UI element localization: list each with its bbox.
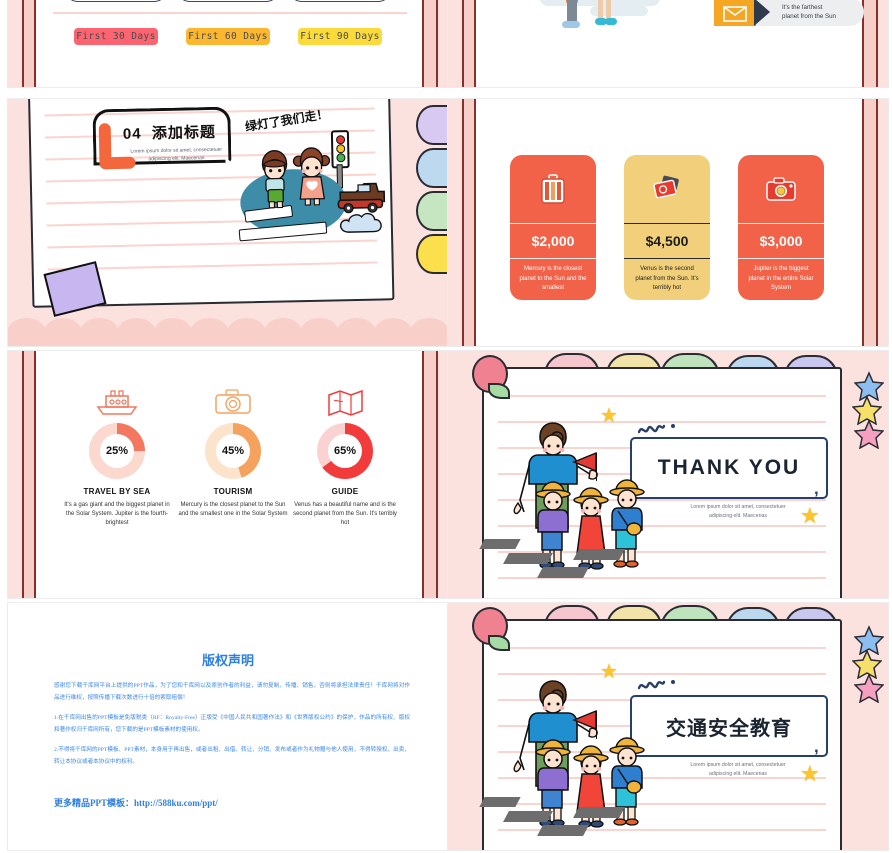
- thank-you-title: THANK YOU: [657, 456, 801, 479]
- pricing-amount: $2,000: [510, 223, 596, 258]
- camera-icon: [738, 155, 824, 223]
- stat-title: TOURISM: [213, 487, 253, 496]
- person-leg: [606, 0, 611, 20]
- pricing-description: Venus is the second planet from the Sun.…: [624, 258, 710, 294]
- subtitle-line-1: Lorem ipsum dolor sit amet, consectetuer: [690, 504, 786, 510]
- more-templates-url: http://588ku.com/ppt/: [134, 798, 218, 808]
- crosswalk-bar: [479, 539, 521, 549]
- copyright-paragraph: 感谢您下载千库网平台上提供的PPT作品，为了您和千库网以及原创作者的利益，请勿复…: [54, 683, 410, 701]
- slide-thumbnail-callout[interactable]: It's the farthest planet from the Sun: [448, 0, 888, 87]
- pricing-description: Mercury is the closest planet to the Sun…: [510, 258, 596, 294]
- envelope-icon: [714, 0, 756, 26]
- person-leg: [598, 0, 603, 20]
- badge-first-90-days: First 90 Days: [298, 28, 382, 45]
- crosswalk-bar: [503, 553, 553, 564]
- subtitle-line-2: adipiscing elit. Maecenas: [709, 771, 767, 777]
- cloud-illustration: [339, 209, 396, 241]
- timeline-card: [288, 0, 392, 2]
- callout-line-2: planet from the Sun: [782, 13, 837, 20]
- slide-thumbnail-gallery: smallest one the Solar System First 30 D…: [0, 0, 892, 853]
- subtitle-line-2: adipiscing elit. Maecenas: [709, 513, 767, 519]
- traffic-light-icon: [330, 130, 350, 169]
- thank-you-subtitle: Lorem ipsum dolor sit amet, consectetuer…: [658, 503, 818, 521]
- ship-icon: [56, 381, 178, 417]
- timeline-card: the Solar System: [176, 0, 280, 2]
- pricing-amount: $3,000: [738, 223, 824, 258]
- tickets-icon: [624, 155, 710, 223]
- notebook-tabs: [416, 105, 448, 274]
- slide-thumbnail-pricing[interactable]: $2,000 Mercury is the closest planet to …: [448, 99, 888, 346]
- stat-column: 25% TRAVEL BY SEA It's a gas giant and t…: [56, 381, 178, 528]
- copyright-paragraph: 1.在千库网出售的PPT模板是免版税类（RF：Royalty-Free）正版受《…: [54, 715, 410, 733]
- stat-description: It's a gas giant and the biggest planet …: [64, 502, 170, 526]
- callout-text: It's the farthest planet from the Sun: [782, 3, 836, 21]
- copyright-paragraph: 2.不得将千库网的PPT模板、PPT素材，本身用于再出售，或者出租、出借、转让、…: [54, 747, 410, 765]
- crosswalk-bar: [573, 549, 625, 560]
- slide-thumbnail-copyright[interactable]: 版权声明 感谢您下载千库网平台上提供的PPT作品，为了您和千库网以及原创作者的利…: [8, 603, 448, 850]
- cover-subtitle: Lorem ipsum dolor sit amet, consectetuer…: [658, 761, 818, 779]
- pricing-description: Jupiter is the biggest planet in the ent…: [738, 258, 824, 294]
- person-shoe: [605, 18, 617, 25]
- slide-thumbnail-timeline[interactable]: smallest one the Solar System First 30 D…: [8, 0, 448, 87]
- slide-thumbnail-cover[interactable]: ★ ★ 交通安全教育 , Lorem ipsum dolor sit amet,…: [448, 603, 888, 850]
- person-shoe: [562, 21, 580, 28]
- badge-label: First 90 Days: [300, 31, 380, 42]
- section-title: 04 添加标题: [123, 121, 216, 144]
- callout-line-1: It's the farthest: [782, 4, 823, 11]
- donut-percent-label: 25%: [100, 434, 134, 468]
- copyright-body: 感谢您下载千库网平台上提供的PPT作品，为了您和千库网以及原创作者的利益，请勿复…: [54, 681, 410, 777]
- pricing-card[interactable]: $2,000 Mercury is the closest planet to …: [510, 155, 596, 300]
- child-girl-figure: [289, 142, 334, 214]
- donut-chart: 65%: [317, 423, 373, 479]
- crosswalk-bar: [479, 797, 521, 807]
- callout-bubble: It's the farthest planet from the Sun: [714, 0, 864, 26]
- donut-chart: 45%: [205, 423, 261, 479]
- pricing-card[interactable]: $4,500 Venus is the second planet from t…: [624, 155, 710, 300]
- stat-column: 45% TOURISM Mercury is the closest plane…: [172, 381, 294, 519]
- car-illustration: [334, 179, 386, 214]
- callout-arrow-icon: [754, 0, 770, 26]
- stat-column: 65% GUIDE Venus has a beautiful name and…: [284, 381, 406, 528]
- crosswalk-bar: [573, 807, 625, 818]
- donut-percent-label: 65%: [328, 434, 362, 468]
- section-number: 04: [122, 125, 142, 143]
- badge-label: First 60 Days: [188, 31, 268, 42]
- orange-accent-shape: [98, 123, 112, 170]
- pricing-amount: $4,500: [624, 223, 710, 258]
- crosswalk-bar: [503, 811, 553, 822]
- slide-thumbnail-donut-stats[interactable]: 25% TRAVEL BY SEA It's a gas giant and t…: [8, 351, 448, 598]
- page-scallop-edge: [8, 318, 448, 346]
- map-icon: [284, 381, 406, 417]
- pricing-card[interactable]: $3,000 Jupiter is the biggest planet in …: [738, 155, 824, 300]
- stat-title: TRAVEL BY SEA: [83, 487, 151, 496]
- slide-thumbnail-thank-you[interactable]: ★ ★ THANK YOU , Lorem ipsum dolor sit am…: [448, 351, 888, 598]
- stat-description: Mercury is the closest planet to the Sun…: [178, 502, 288, 517]
- section-title-text: 添加标题: [151, 123, 217, 143]
- donut-chart: 25%: [89, 423, 145, 479]
- section-subtitle: Lorem ipsum dolor sit amet, consectetuer…: [117, 145, 235, 163]
- star-decor-pink: [853, 673, 885, 708]
- stat-title: GUIDE: [331, 487, 359, 496]
- crosswalk-bar: [537, 825, 589, 836]
- stat-description: Venus has a beautiful name and is the se…: [293, 502, 397, 526]
- more-templates-label: 更多精品PPT模板：: [54, 798, 134, 808]
- camera-icon: [172, 381, 294, 417]
- quote-decor: ,: [814, 479, 819, 498]
- crosswalk-bar: [537, 567, 589, 578]
- subtitle-line-1: Lorem ipsum dolor sit amet, consectetuer: [690, 762, 786, 768]
- donut-percent-label: 45%: [216, 434, 250, 468]
- copyright-title: 版权声明: [201, 653, 254, 668]
- more-templates-link[interactable]: 更多精品PPT模板：http://588ku.com/ppt/: [54, 796, 218, 809]
- badge-first-60-days: First 60 Days: [186, 28, 270, 45]
- star-decor-pink: [853, 419, 885, 454]
- quote-decor: ,: [814, 737, 819, 756]
- badge-label: First 30 Days: [76, 31, 156, 42]
- timeline-card: smallest one: [64, 0, 168, 2]
- suitcase-icon: [510, 155, 596, 223]
- slide-thumbnail-section-title[interactable]: 04 添加标题 Lorem ipsum dolor sit amet, cons…: [8, 99, 448, 346]
- badge-first-30-days: First 30 Days: [74, 28, 158, 45]
- cover-title: 交通安全教育: [666, 717, 792, 740]
